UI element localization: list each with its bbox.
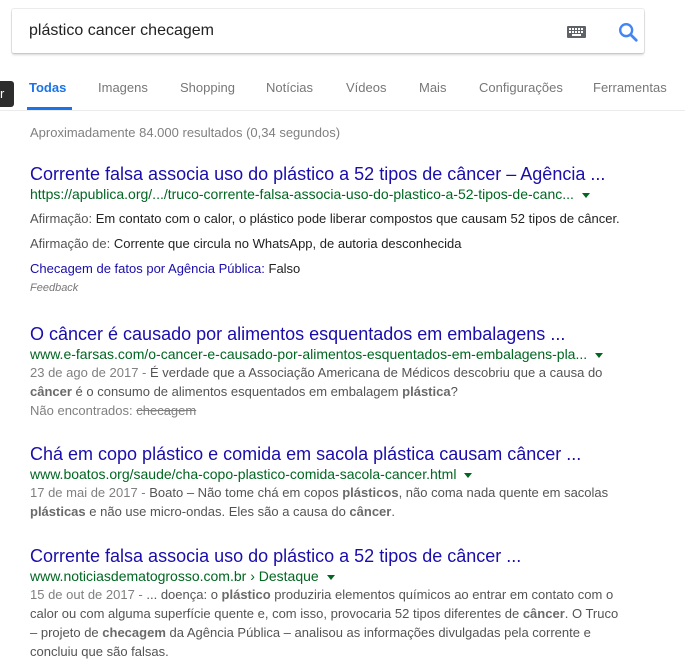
active-tab-indicator <box>27 107 72 110</box>
tab-shopping[interactable]: Shopping <box>180 80 235 95</box>
search-input[interactable]: plástico cancer checagem <box>29 22 214 40</box>
result-stats: Aproximadamente 84.000 resultados (0,34 … <box>30 125 341 140</box>
caret-down-icon[interactable] <box>326 574 335 580</box>
search-result: Corrente falsa associa uso do plástico a… <box>30 545 670 661</box>
search-result: Corrente falsa associa uso do plástico a… <box>30 163 670 294</box>
search-result: O câncer é causado por alimentos esquent… <box>30 323 670 420</box>
result-title-link[interactable]: Corrente falsa associa uso do plástico a… <box>30 163 670 185</box>
search-result: Chá em copo plástico e comida em sacola … <box>30 443 670 521</box>
result-title-link[interactable]: Corrente falsa associa uso do plástico a… <box>30 545 670 567</box>
result-url: www.e-farsas.com/o-cancer-e-causado-por-… <box>30 345 670 363</box>
caret-down-icon[interactable] <box>464 472 473 478</box>
search-box[interactable]: plástico cancer checagem <box>12 9 644 53</box>
fact-check-source-link[interactable]: Checagem de fatos por Agência Pública: <box>30 261 265 276</box>
result-title-link[interactable]: O câncer é causado por alimentos esquent… <box>30 323 670 345</box>
result-snippet: 15 de out de 2017 - ... doença: o plásti… <box>30 587 619 659</box>
caret-down-icon[interactable] <box>595 352 604 358</box>
tab-ferramentas[interactable]: Ferramentas <box>593 80 667 95</box>
claim-line: Afirmação: Em contato com o calor, o plá… <box>30 211 620 226</box>
missing-terms: Não encontrados: checagem <box>30 403 197 418</box>
feedback-link[interactable]: Feedback <box>30 282 670 294</box>
caret-down-icon[interactable] <box>581 192 590 198</box>
result-title-link[interactable]: Chá em copo plástico e comida em sacola … <box>30 443 670 465</box>
result-url: www.noticiasdematogrosso.com.br › Destaq… <box>30 567 670 585</box>
tab-configuracoes[interactable]: Configurações <box>479 80 563 95</box>
search-icon[interactable] <box>617 21 639 43</box>
tab-imagens[interactable]: Imagens <box>98 80 148 95</box>
tab-todas[interactable]: Todas <box>29 80 66 95</box>
result-snippet: 23 de ago de 2017 - É verdade que a Asso… <box>30 365 603 399</box>
result-snippet: 17 de mai de 2017 - Boato – Não tome chá… <box>30 485 609 519</box>
keyboard-icon[interactable] <box>567 26 586 38</box>
search-tabs: Todas Imagens Shopping Notícias Vídeos M… <box>0 76 685 111</box>
claimed-by-line: Afirmação de: Corrente que circula no Wh… <box>30 236 462 251</box>
result-url: https://apublica.org/.../truco-corrente-… <box>30 185 670 203</box>
result-url: www.boatos.org/saude/cha-copo-plastico-c… <box>30 465 670 483</box>
tab-mais[interactable]: Mais <box>419 80 446 95</box>
tab-noticias[interactable]: Notícias <box>266 80 313 95</box>
tab-videos[interactable]: Vídeos <box>346 80 386 95</box>
fact-check-line: Checagem de fatos por Agência Pública: F… <box>30 261 301 276</box>
